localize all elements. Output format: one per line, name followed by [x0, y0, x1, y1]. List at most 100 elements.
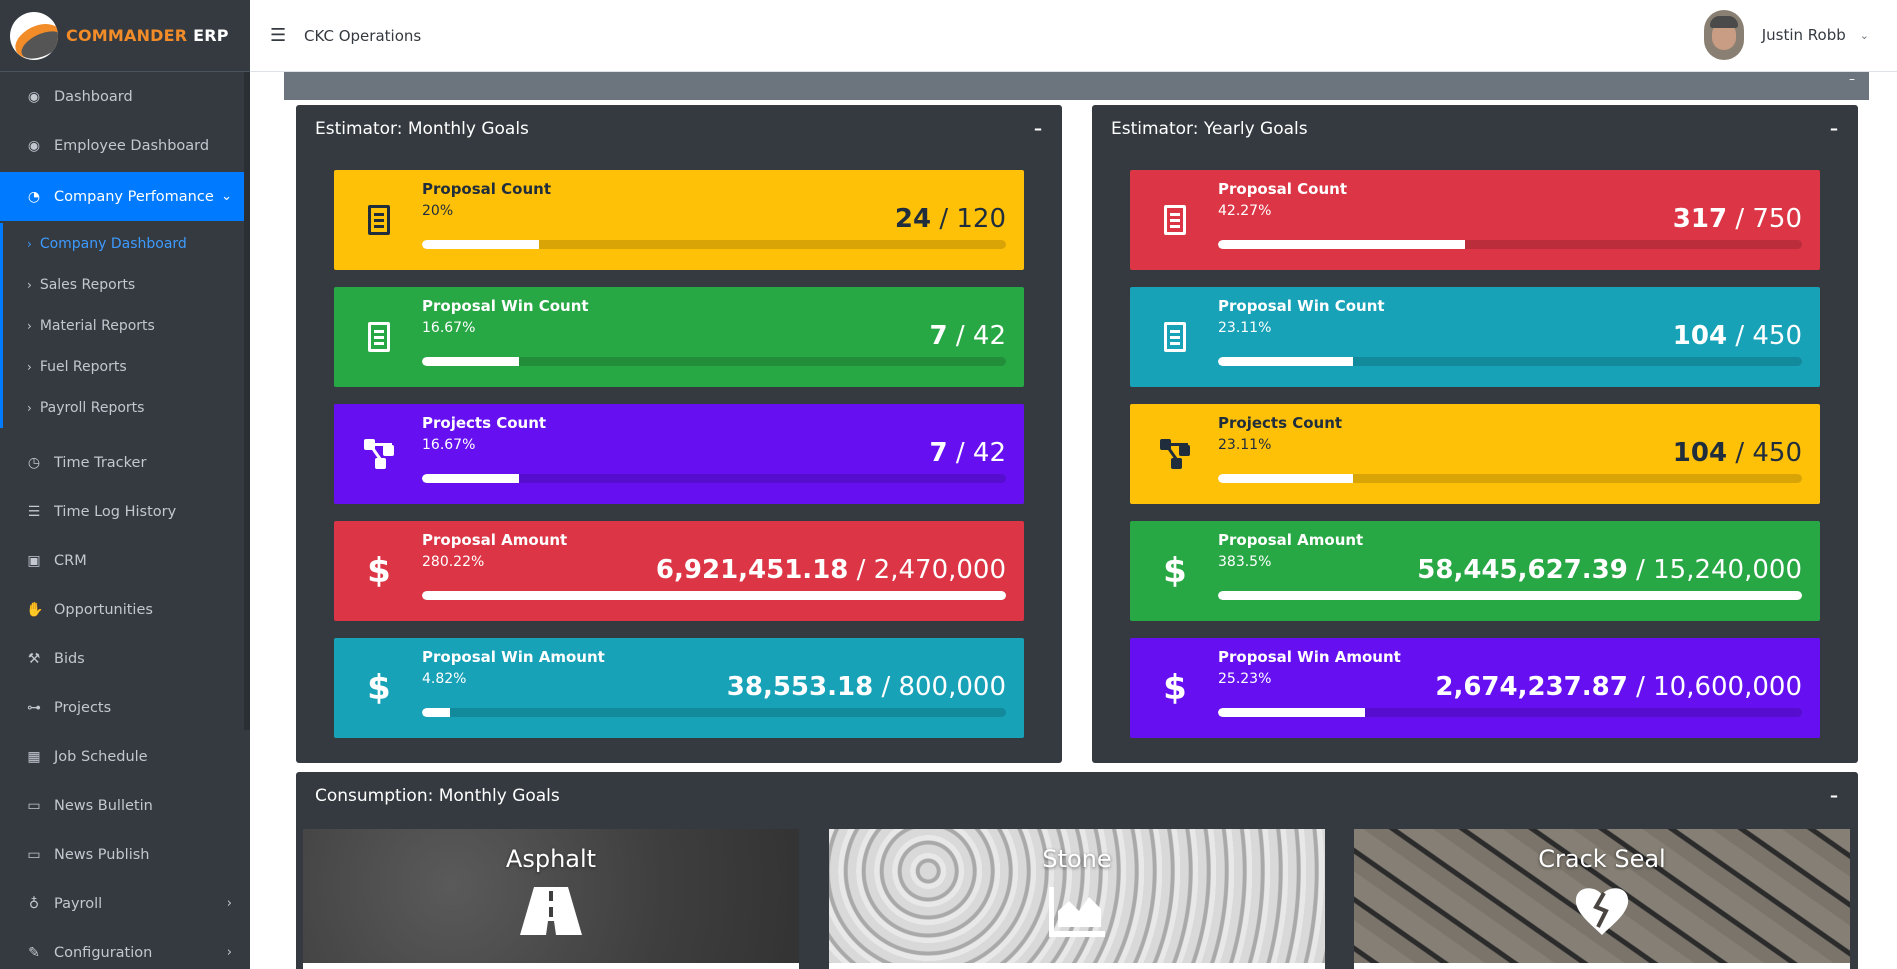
sidebar-subitem-label: Payroll Reports — [39, 399, 145, 416]
chevron-down-icon: ⌄ — [221, 189, 232, 204]
receipt-icon — [1160, 200, 1190, 240]
goal-progress-bar — [1218, 357, 1802, 366]
sidebar-subitem-material-reports[interactable]: › Material Reports — [3, 305, 250, 346]
user-menu[interactable]: Justin Robb ⌄ — [1703, 10, 1869, 60]
goal-name: Projects Count — [422, 414, 547, 432]
goal-current: 7 — [929, 321, 948, 351]
goal-progress-fill — [1218, 474, 1353, 483]
receipt-icon — [364, 317, 394, 357]
money-bag-icon: ♁ — [28, 895, 40, 912]
goal-progress-fill — [422, 591, 1006, 600]
goal-name: Proposal Count — [1218, 180, 1347, 198]
goal-separator: / — [955, 321, 965, 351]
goal-progress-bar — [422, 357, 1006, 366]
wrench-icon: ✎ — [28, 944, 40, 961]
goal-current: 104 — [1672, 321, 1728, 351]
project-diagram-icon: ⊶ — [27, 699, 41, 716]
goal-card-proposal-count: Proposal Count 20% 24 / 120 — [334, 170, 1024, 270]
sidebar-item-job-schedule[interactable]: ▦ Job Schedule — [0, 732, 250, 781]
goal-percent: 383.5% — [1218, 554, 1272, 570]
sidebar-item-label: Time Log History — [54, 503, 177, 520]
goal-separator: / — [1735, 204, 1745, 234]
card-title: Crack Seal — [1538, 845, 1666, 873]
minimize-button[interactable]: – — [1830, 119, 1838, 138]
goal-current: 24 — [894, 204, 932, 234]
sidebar-item-news-publish[interactable]: ▭ News Publish — [0, 830, 250, 879]
goal-current: 58,445,627.39 — [1417, 555, 1628, 585]
sidebar-item-news-bulletin[interactable]: ▭ News Bulletin — [0, 781, 250, 830]
goal-progress-fill — [422, 240, 539, 249]
consumption-card-crack-seal[interactable]: Crack Seal — [1354, 829, 1850, 969]
sidebar-subitem-company-dashboard[interactable]: › Company Dashboard — [3, 223, 250, 264]
goal-percent: 16.67% — [422, 437, 476, 453]
sidebar: COMMANDER ERP ◉ Dashboard ◉ Employee Das… — [0, 0, 250, 969]
sidebar-item-bids[interactable]: ⚒ Bids — [0, 634, 250, 683]
goal-card-proposal-win-amount: $ Proposal Win Amount 25.23% 2,674,237.8… — [1130, 638, 1820, 738]
panel-title: Estimator: Yearly Goals — [1111, 119, 1308, 139]
gavel-icon: ⚒ — [27, 650, 41, 667]
sidebar-item-label: News Bulletin — [54, 797, 153, 814]
sidebar-subitem-label: Company Dashboard — [39, 235, 187, 252]
minimize-icon[interactable]: – — [1849, 72, 1855, 86]
goal-progress-bar — [1218, 240, 1802, 249]
sidebar-item-projects[interactable]: ⊶ Projects — [0, 683, 250, 732]
panel-title: Estimator: Monthly Goals — [315, 119, 529, 139]
consumption-card-stone[interactable]: Stone — [829, 829, 1325, 969]
goal-value: 2,674,237.87 / 10,600,000 — [1435, 672, 1802, 702]
goal-name: Proposal Win Amount — [422, 648, 605, 666]
desktop-icon: ▭ — [27, 797, 41, 814]
road-icon — [520, 887, 582, 939]
goal-progress-fill — [1218, 708, 1366, 717]
goal-current: 2,674,237.87 — [1435, 672, 1628, 702]
card-title: Stone — [1042, 845, 1112, 873]
dollar-icon: $ — [367, 668, 391, 708]
sidebar-item-company-performance[interactable]: ◔ Company Perfomance ⌄ — [0, 172, 250, 221]
sidebar-subitem-payroll-reports[interactable]: › Payroll Reports — [3, 387, 250, 428]
sidebar-item-label: CRM — [54, 552, 87, 569]
goal-card-proposal-win-amount: $ Proposal Win Amount 4.82% 38,553.18 / … — [334, 638, 1024, 738]
sidebar-item-dashboard[interactable]: ◉ Dashboard — [0, 72, 250, 121]
sidebar-subitem-label: Fuel Reports — [39, 358, 127, 375]
goal-separator: / — [881, 672, 891, 702]
goal-card-projects-count: Projects Count 23.11% 104 / 450 — [1130, 404, 1820, 504]
chevron-right-icon: › — [27, 359, 32, 374]
sidebar-item-crm[interactable]: ▣ CRM — [0, 536, 250, 585]
hamburger-icon[interactable]: ☰ — [270, 25, 290, 46]
sidebar-item-label: Job Schedule — [54, 748, 148, 765]
goal-progress-fill — [422, 708, 451, 717]
chevron-down-icon[interactable]: ⌄ — [1860, 29, 1869, 42]
user-name[interactable]: Justin Robb — [1762, 26, 1846, 44]
pie-chart-icon: ◔ — [27, 188, 41, 205]
minimize-button[interactable]: – — [1034, 119, 1042, 138]
sidebar-item-time-log-history[interactable]: ☰ Time Log History — [0, 487, 250, 536]
goal-target: 42 — [972, 321, 1006, 351]
goal-card-proposal-win-count: Proposal Win Count 23.11% 104 / 450 — [1130, 287, 1820, 387]
goal-progress-fill — [1218, 357, 1353, 366]
goal-target: 750 — [1752, 204, 1802, 234]
collapsed-panel-strip: – — [284, 72, 1869, 100]
goal-percent: 4.82% — [422, 671, 467, 687]
goal-target: 15,240,000 — [1653, 555, 1802, 585]
consumption-card-asphalt[interactable]: Asphalt — [303, 829, 799, 969]
sidebar-item-label: Payroll — [54, 895, 103, 912]
sidebar-item-configuration[interactable]: ✎ Configuration › — [0, 928, 250, 969]
panel-title: Consumption: Monthly Goals — [315, 786, 560, 806]
sidebar-subitem-fuel-reports[interactable]: › Fuel Reports — [3, 346, 250, 387]
avatar[interactable] — [1703, 10, 1744, 60]
sidebar-item-opportunities[interactable]: ✋ Opportunities — [0, 585, 250, 634]
sidebar-item-time-tracker[interactable]: ◷ Time Tracker — [0, 438, 250, 487]
sidebar-item-payroll[interactable]: ♁ Payroll › — [0, 879, 250, 928]
sidebar-item-employee-dashboard[interactable]: ◉ Employee Dashboard — [0, 121, 250, 170]
brand[interactable]: COMMANDER ERP — [0, 0, 250, 72]
clock-icon: ◷ — [27, 454, 41, 471]
goal-target: 120 — [956, 204, 1006, 234]
goal-separator: / — [1735, 438, 1745, 468]
desktop-icon: ▭ — [27, 846, 41, 863]
sidebar-subitem-sales-reports[interactable]: › Sales Reports — [3, 264, 250, 305]
minimize-button[interactable]: – — [1830, 786, 1838, 805]
sidebar-scrollbar[interactable] — [244, 72, 250, 730]
goal-value: 104 / 450 — [1673, 438, 1802, 468]
receipt-icon — [1160, 317, 1190, 357]
goal-separator: / — [856, 555, 866, 585]
goal-percent: 25.23% — [1218, 671, 1272, 687]
